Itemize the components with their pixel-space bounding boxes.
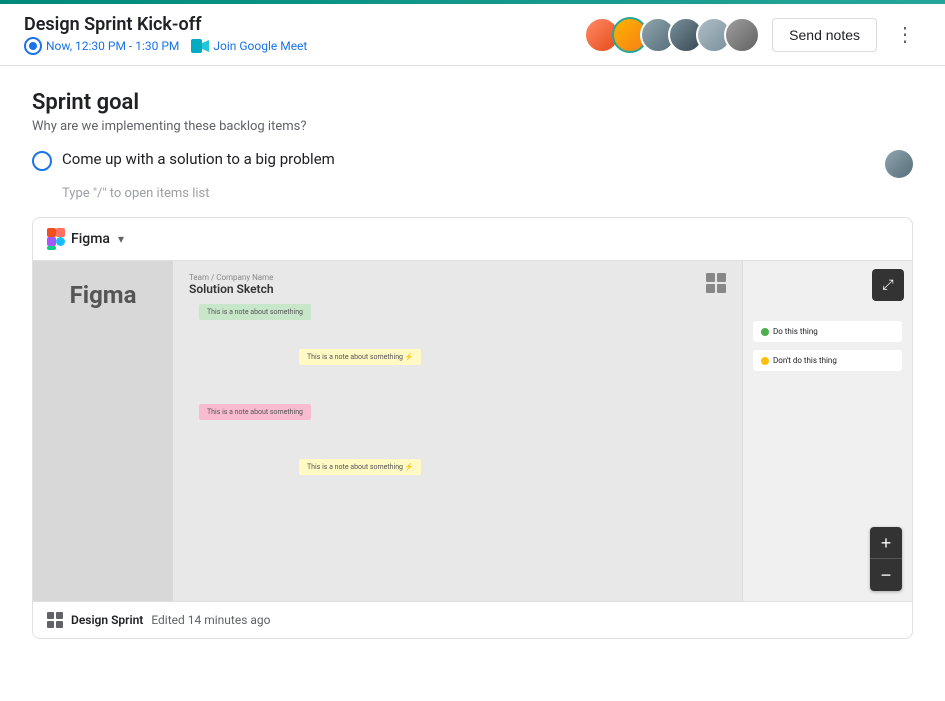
section-title: Sprint goal — [32, 90, 913, 115]
task-assignee-avatar — [885, 150, 913, 178]
right-panel-card: Don't do this thing — [753, 350, 902, 371]
green-dot-icon — [761, 328, 769, 336]
expand-icon: ⤢ — [882, 277, 893, 293]
right-panel-cards: Do this thing Don't do this thing — [753, 321, 902, 371]
grid-cell — [706, 284, 715, 293]
header: Design Sprint Kick-off Now, 12:30 PM - 1… — [0, 4, 945, 66]
figma-canvas-title-area: Team / Company Name Solution Sketch — [189, 273, 274, 296]
chevron-down-icon: ▾ — [118, 232, 124, 246]
sticky-note: This is a note about something — [199, 304, 311, 320]
figma-sidebar: Figma — [33, 261, 173, 601]
figma-embed-header[interactable]: Figma ▾ — [33, 218, 912, 261]
task-text: Come up with a solution to a big problem — [62, 150, 875, 168]
join-meet-link[interactable]: Join Google Meet — [191, 39, 307, 53]
more-icon: ⋮ — [895, 22, 915, 47]
figma-footer-name: Design Sprint — [71, 613, 143, 627]
figma-embed-name: Figma — [71, 231, 110, 247]
live-indicator: Now, 12:30 PM - 1:30 PM — [24, 37, 179, 55]
sticky-note: This is a note about something — [199, 404, 311, 420]
expand-button[interactable]: ⤢ — [872, 269, 904, 301]
grid-cell — [706, 273, 715, 282]
figma-main-canvas: Team / Company Name Solution Sketch This… — [173, 261, 742, 601]
figma-embed: Figma ▾ Figma Team / Company Name Soluti… — [32, 217, 913, 639]
grid-cell — [717, 284, 726, 293]
meet-icon — [191, 39, 209, 53]
sticky-note: This is a note about something ⚡ — [299, 459, 421, 475]
meeting-title: Design Sprint Kick-off — [24, 14, 307, 35]
live-ring-icon — [24, 37, 42, 55]
header-right: Send notes ⋮ — [584, 17, 921, 53]
figma-footer-time: Edited 14 minutes ago — [151, 613, 270, 627]
figma-footer-icon — [47, 612, 63, 628]
figma-canvas-subtitle: Team / Company Name — [189, 273, 274, 282]
task-checkbox[interactable] — [32, 151, 52, 171]
figma-canvas-body: Figma Team / Company Name Solution Sketc… — [33, 261, 912, 601]
live-time: Now, 12:30 PM - 1:30 PM — [46, 39, 179, 53]
task-item: Come up with a solution to a big problem — [32, 150, 913, 178]
more-options-button[interactable]: ⋮ — [889, 18, 921, 51]
yellow-dot-icon — [761, 357, 769, 365]
header-left: Design Sprint Kick-off Now, 12:30 PM - 1… — [24, 14, 307, 55]
figma-grid-icon — [706, 273, 726, 293]
section-subtitle: Why are we implementing these backlog it… — [32, 119, 913, 134]
sticky-note: This is a note about something ⚡ — [299, 349, 421, 365]
meeting-meta: Now, 12:30 PM - 1:30 PM Join Google Meet — [24, 37, 307, 55]
send-notes-button[interactable]: Send notes — [772, 18, 877, 52]
type-hint: Type "/" to open items list — [32, 186, 913, 201]
figma-footer: Design Sprint Edited 14 minutes ago — [33, 601, 912, 638]
main-content: Sprint goal Why are we implementing thes… — [0, 66, 945, 663]
zoom-out-button[interactable]: − — [870, 559, 902, 591]
avatars-group — [584, 17, 760, 53]
figma-logo-icon — [47, 228, 65, 250]
right-panel-card: Do this thing — [753, 321, 902, 342]
figma-canvas-header: Team / Company Name Solution Sketch — [189, 273, 726, 296]
zoom-controls: + − — [870, 527, 902, 591]
canvas-notes-area: This is a note about something This is a… — [189, 304, 726, 584]
zoom-in-button[interactable]: + — [870, 527, 902, 559]
figma-sidebar-text: Figma — [70, 281, 137, 309]
figma-right-panel: ⤢ Do this thing Don't do this thing + — [742, 261, 912, 601]
avatar — [724, 17, 760, 53]
figma-canvas-title: Solution Sketch — [189, 282, 274, 296]
grid-cell — [717, 273, 726, 282]
